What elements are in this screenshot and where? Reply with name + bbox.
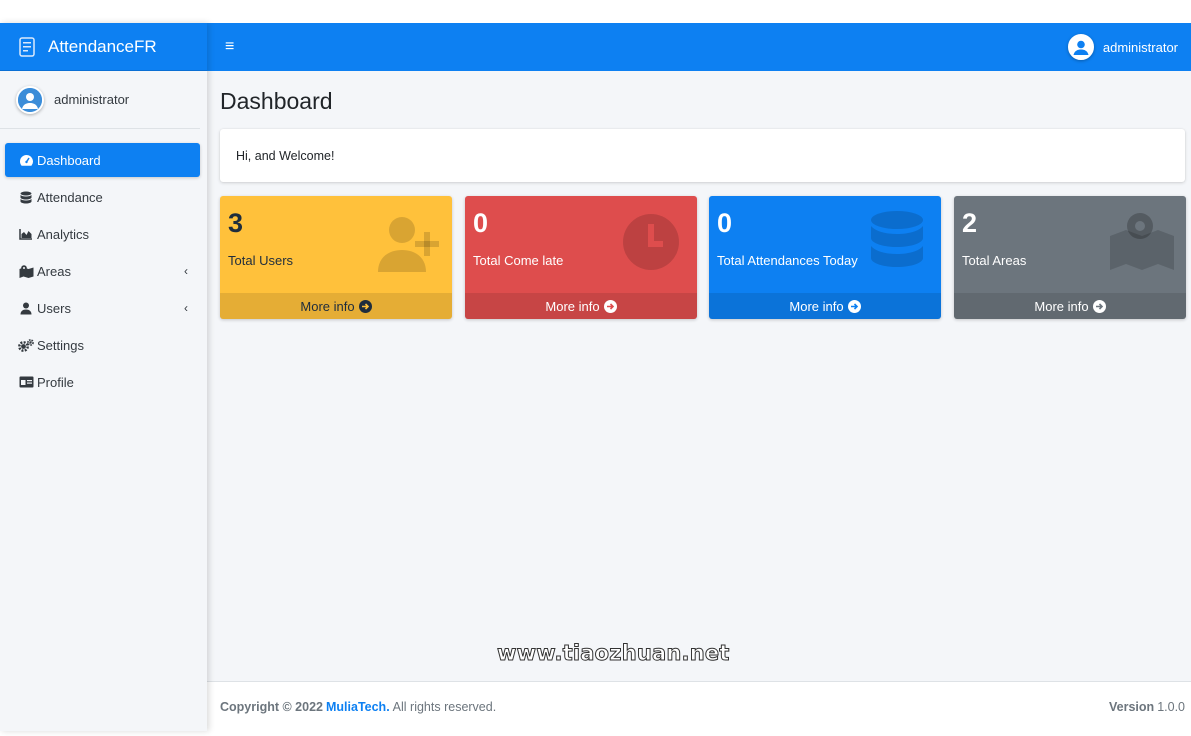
sidebar-item-users[interactable]: Users ‹ xyxy=(5,291,200,325)
stat-label: Total Areas xyxy=(962,253,1027,268)
user-avatar xyxy=(1067,34,1094,60)
sidebar-item-dashboard[interactable]: Dashboard xyxy=(5,143,200,177)
sidebar-item-label: Profile xyxy=(37,374,74,390)
hamburger-menu-icon[interactable]: ≡ xyxy=(225,38,234,56)
arrow-circle-right-icon xyxy=(847,299,861,313)
arrow-circle-right-icon xyxy=(1092,299,1106,313)
stat-value: 3 xyxy=(228,208,244,238)
sidebar-item-attendance[interactable]: Attendance xyxy=(5,180,200,214)
sidebar-item-analytics[interactable]: Analytics xyxy=(5,217,200,251)
brand-link[interactable]: AttendanceFR xyxy=(0,23,207,71)
sidebar-item-label: Areas xyxy=(37,263,71,279)
stat-value: 0 xyxy=(473,208,489,238)
sidebar-item-settings[interactable]: Settings xyxy=(5,328,200,362)
stat-box-total-areas: 2 Total Areas More info xyxy=(954,196,1186,319)
welcome-card: Hi, and Welcome! xyxy=(220,129,1185,182)
more-info-link[interactable]: More info xyxy=(465,293,697,319)
stat-label: Total Come late xyxy=(473,253,564,268)
top-navbar: ≡ administrator xyxy=(207,23,1191,71)
stat-boxes: 3 Total Users More info 0 Total Come lat… xyxy=(220,196,1186,319)
sidebar-item-label: Dashboard xyxy=(37,152,101,168)
arrow-circle-right-icon xyxy=(603,299,617,313)
chevron-left-icon[interactable]: ‹ xyxy=(184,301,188,315)
rights-text: All rights reserved. xyxy=(392,699,497,714)
sidebar-item-label: Analytics xyxy=(37,226,90,242)
more-info-link[interactable]: More info xyxy=(954,293,1186,319)
sidebar-item-label: Settings xyxy=(37,337,84,353)
company-link[interactable]: MuliaTech. xyxy=(326,700,390,714)
sidebar-nav: Dashboard Attendance Analytics Areas ‹ U… xyxy=(0,143,207,399)
stat-label: Total Users xyxy=(228,253,294,268)
area-chart-icon xyxy=(18,227,34,241)
stat-box-total-attendances-today: 0 Total Attendances Today More info xyxy=(709,196,941,319)
cogs-icon xyxy=(18,338,34,352)
welcome-text: Hi, and Welcome! xyxy=(236,148,335,163)
sidebar-item-areas[interactable]: Areas ‹ xyxy=(5,254,200,288)
page-footer: Copyright © 2022 MuliaTech. All rights r… xyxy=(207,681,1191,731)
brand-name: AttendanceFR xyxy=(48,36,157,56)
user-plus-icon xyxy=(378,217,439,272)
main-content: Dashboard Hi, and Welcome! 3 Total Users… xyxy=(207,71,1191,681)
sidebar-item-label: Attendance xyxy=(37,189,103,205)
more-info-link[interactable]: More info xyxy=(220,293,452,319)
clock-icon xyxy=(623,214,679,270)
map-marker-icon xyxy=(1110,213,1174,270)
id-card-icon xyxy=(18,375,34,389)
stat-box-total-come-late: 0 Total Come late More info xyxy=(465,196,697,319)
stat-value: 2 xyxy=(962,208,978,238)
header-user-name: administrator xyxy=(1102,39,1178,55)
sidebar-user-name: administrator xyxy=(54,92,130,107)
stat-label: Total Attendances Today xyxy=(717,253,858,268)
header-user-menu[interactable]: administrator xyxy=(1067,34,1178,60)
brand-logo-icon xyxy=(16,36,38,58)
sidebar-item-profile[interactable]: Profile xyxy=(5,365,200,399)
gauge-icon xyxy=(18,153,34,167)
page-title: Dashboard xyxy=(220,88,333,114)
database-icon xyxy=(18,190,34,204)
app-window: AttendanceFR administrator Dashboard Att… xyxy=(0,23,1191,731)
user-icon xyxy=(18,301,34,315)
stat-value: 0 xyxy=(717,208,733,238)
sidebar-item-label: Users xyxy=(37,300,71,316)
version-info: Version 1.0.0 xyxy=(1109,699,1185,714)
database-icon xyxy=(871,211,923,267)
copyright-text: Copyright © 2022 xyxy=(220,699,323,714)
chevron-left-icon[interactable]: ‹ xyxy=(184,264,188,278)
map-icon xyxy=(18,264,34,278)
stat-box-total-users: 3 Total Users More info xyxy=(220,196,452,319)
sidebar: AttendanceFR administrator Dashboard Att… xyxy=(0,23,207,731)
user-avatar xyxy=(16,85,44,114)
sidebar-user-panel[interactable]: administrator xyxy=(0,71,200,129)
watermark-text: www.tiaozhuan.net xyxy=(497,641,730,666)
arrow-circle-right-icon xyxy=(358,299,372,313)
more-info-link[interactable]: More info xyxy=(709,293,941,319)
